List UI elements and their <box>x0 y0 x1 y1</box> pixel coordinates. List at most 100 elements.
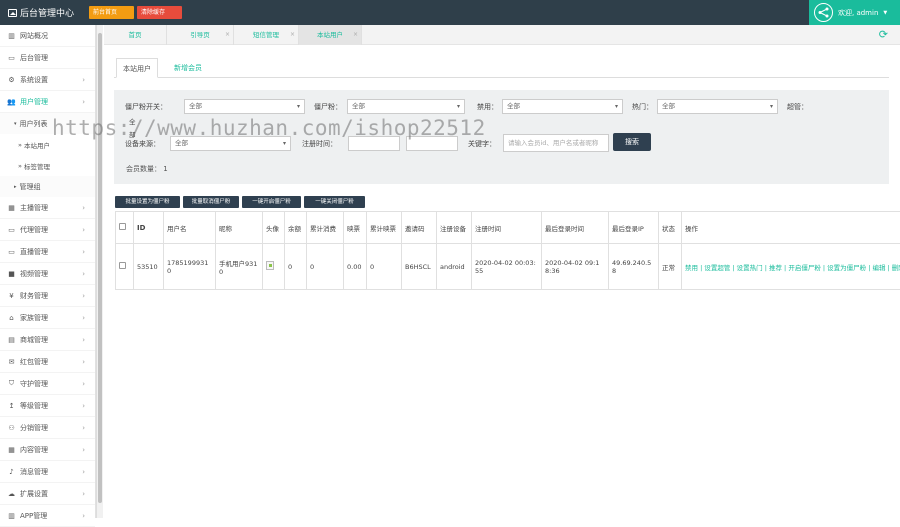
bank-icon: ⌂ <box>7 314 16 322</box>
sidebar-item-8[interactable]: ⛉守护管理› <box>0 373 95 395</box>
sidebar-item-11[interactable]: ▦内容管理› <box>0 439 95 461</box>
sidebar-item-settings[interactable]: ⚙ 系统设置 › <box>0 69 95 91</box>
op-disable-link[interactable]: 禁用 <box>685 264 698 272</box>
close-icon[interactable]: × <box>353 25 358 45</box>
subtab-add-member[interactable]: 新增会员 <box>168 58 208 78</box>
bulk-set-zombie-button[interactable]: 批量设置为僵尸粉 <box>115 196 180 208</box>
member-count: 会员数量： 1 <box>126 164 168 174</box>
monitor-icon: ▭ <box>7 248 16 256</box>
sidebar-item-overview[interactable]: ▥ 网站概况 <box>0 25 95 47</box>
sidebar-group-manage[interactable]: ▸ 管理组 <box>0 176 95 197</box>
sidebar-item-9[interactable]: ↥等级管理› <box>0 395 95 417</box>
top-bar: 后台管理中心 前台首页 清除缓存 欢迎, admin ▼ <box>0 0 900 25</box>
cell-device: android <box>437 244 472 290</box>
chevron-right-icon: › <box>82 204 85 212</box>
sidebar-item-4[interactable]: ¥财务管理› <box>0 285 95 307</box>
close-icon[interactable]: × <box>225 25 230 45</box>
cell-invite-code: B6HSCL <box>402 244 437 290</box>
col-last-login: 最后登录时间 <box>542 212 609 244</box>
op-enable-zombie-link[interactable]: 开启僵尸粉 <box>788 264 821 272</box>
calendar-icon: ▦ <box>7 204 16 212</box>
enable-all-zombie-button[interactable]: 一键开启僵尸粉 <box>242 196 301 208</box>
tab-sms[interactable]: 短信管理× <box>234 25 299 45</box>
cell-ops: 禁用 | 设置超管 | 设置热门 | 推荐 | 开启僵尸粉 | 设置为僵尸粉 |… <box>682 244 900 290</box>
sidebar-item-1[interactable]: ▭代理管理› <box>0 219 95 241</box>
clear-cache-button[interactable]: 清除缓存 <box>137 6 182 19</box>
avatar <box>814 3 833 22</box>
sidebar-item-14[interactable]: ▥APP管理› <box>0 505 95 527</box>
tab-guide[interactable]: 引导页× <box>167 25 234 45</box>
sidebar-item-12[interactable]: ♪消息管理› <box>0 461 95 483</box>
sidebar-item-13[interactable]: ☁扩展设置› <box>0 483 95 505</box>
app-logo[interactable]: 后台管理中心 <box>8 6 74 19</box>
search-button[interactable]: 搜索 <box>613 133 651 151</box>
grid-icon: ▦ <box>7 446 16 454</box>
col-consumption: 累计消费 <box>307 212 344 244</box>
keyword-label: 关键字： <box>468 139 496 149</box>
chevron-down-icon: ▾ <box>457 100 460 113</box>
chevron-down-icon: ▾ <box>770 100 773 113</box>
chevron-right-icon: › <box>82 358 85 366</box>
sidebar-item-2[interactable]: ▭直播管理› <box>0 241 95 263</box>
front-home-button[interactable]: 前台首页 <box>89 6 134 19</box>
cell-username: 17851999310 <box>164 244 216 290</box>
op-set-zombie-link[interactable]: 设置为僵尸粉 <box>827 264 866 272</box>
chevron-down-icon: ▾ <box>615 100 618 113</box>
bulk-cancel-zombie-button[interactable]: 批量取消僵尸粉 <box>183 196 239 208</box>
op-set-super-link[interactable]: 设置超管 <box>704 264 730 272</box>
table-row: 53510 17851999310 手机用户9310 0 0 0.00 0 B6… <box>116 244 900 290</box>
sidebar-scrollbar[interactable] <box>96 25 103 518</box>
table-header-row: ID 用户名 昵称 头像 余额 累计消费 映票 累计映票 邀请码 注册设备 注册… <box>116 212 900 244</box>
chevron-right-icon: › <box>82 76 85 84</box>
op-delete-link[interactable]: 删除 <box>892 264 900 272</box>
cloud-icon: ☁ <box>7 490 16 498</box>
cell-total-votes: 0 <box>367 244 402 290</box>
cell-consumption: 0 <box>307 244 344 290</box>
op-edit-link[interactable]: 编辑 <box>872 264 885 272</box>
sidebar-item-backend[interactable]: ▭ 后台管理 <box>0 47 95 69</box>
tab-site-users[interactable]: 本站用户× <box>299 25 362 45</box>
sidebar-item-0[interactable]: ▦主播管理› <box>0 197 95 219</box>
select-all-checkbox[interactable] <box>116 212 134 244</box>
chart-bar-icon: ▥ <box>7 32 16 40</box>
close-icon[interactable]: × <box>290 25 295 45</box>
ban-select[interactable]: 全部▾ <box>502 99 623 114</box>
level-icon: ↥ <box>7 402 16 410</box>
row-checkbox[interactable] <box>116 244 134 290</box>
cell-avatar <box>263 244 285 290</box>
sidebar: ▥ 网站概况 ▭ 后台管理 ⚙ 系统设置 › 👥 用户管理 › ▾ 用户列表 »… <box>0 25 96 518</box>
chevron-down-icon: › <box>82 98 85 106</box>
users-icon: 👥 <box>7 98 16 106</box>
sidebar-item-6[interactable]: ▤商城管理› <box>0 329 95 351</box>
col-id[interactable]: ID <box>134 212 164 244</box>
page-tabs: 首页 引导页× 短信管理× 本站用户× ⟳ <box>104 25 900 45</box>
op-recommend-link[interactable]: 推荐 <box>769 264 782 272</box>
yen-icon: ¥ <box>7 292 16 300</box>
bell-icon: ♪ <box>7 468 16 476</box>
hot-select[interactable]: 全部▾ <box>657 99 778 114</box>
broken-image-icon <box>266 261 274 270</box>
subtab-site-users[interactable]: 本站用户 <box>116 58 158 78</box>
sidebar-item-3[interactable]: ■视频管理› <box>0 263 95 285</box>
cell-votes: 0.00 <box>344 244 367 290</box>
sidebar-subitem-tags[interactable]: »标签管理 <box>0 155 95 176</box>
sidebar-item-users[interactable]: 👥 用户管理 › <box>0 91 95 113</box>
zombie-select[interactable]: 全部▾ <box>347 99 465 114</box>
cell-nickname: 手机用户9310 <box>216 244 263 290</box>
op-set-hot-link[interactable]: 设置热门 <box>737 264 763 272</box>
scrollbar-thumb[interactable] <box>98 33 102 503</box>
sidebar-item-10[interactable]: ⚇分销管理› <box>0 417 95 439</box>
chevron-right-icon: › <box>82 226 85 234</box>
monitor-icon: ▭ <box>7 226 16 234</box>
robot-select[interactable]: 全部▾ <box>184 99 305 114</box>
disable-all-zombie-button[interactable]: 一键关闭僵尸粉 <box>304 196 365 208</box>
keyword-input[interactable]: 请输入会员id、用户名或者昵称 <box>503 134 609 152</box>
sidebar-item-5[interactable]: ⌂家族管理› <box>0 307 95 329</box>
col-last-ip: 最后登录IP <box>609 212 659 244</box>
regtime-label: 注册时间： <box>302 139 337 149</box>
refresh-icon[interactable]: ⟳ <box>879 28 888 41</box>
sidebar-item-7[interactable]: ✉红包管理› <box>0 351 95 373</box>
sitemap-icon: ⚇ <box>7 424 16 432</box>
user-menu[interactable]: 欢迎, admin ▼ <box>809 0 900 25</box>
tab-home[interactable]: 首页 <box>104 25 167 45</box>
